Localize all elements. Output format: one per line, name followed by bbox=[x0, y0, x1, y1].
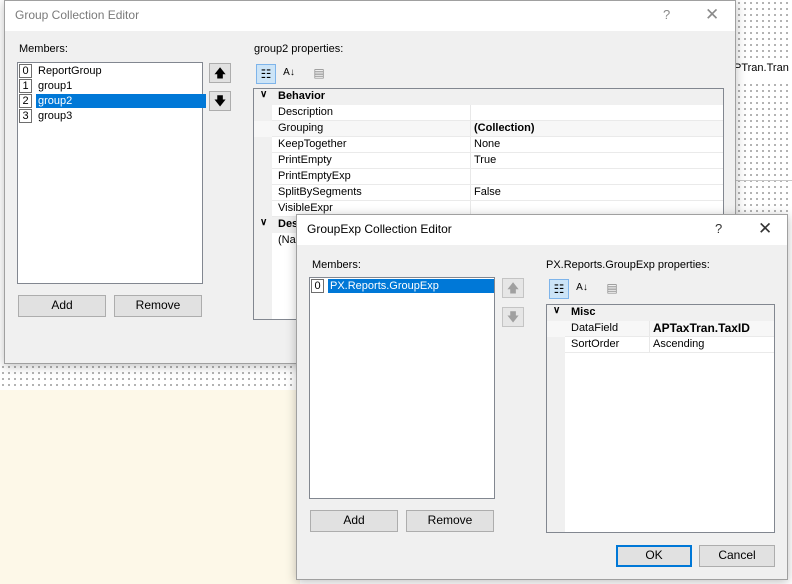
members-label: Members: bbox=[19, 43, 68, 55]
member-index: 3 bbox=[19, 109, 32, 123]
category-name: Misc bbox=[571, 306, 596, 318]
property-name: VisibleExpr bbox=[278, 202, 333, 214]
list-item-selected[interactable]: 0 PX.Reports.GroupExp bbox=[311, 279, 494, 294]
list-item[interactable]: 1 group1 bbox=[19, 79, 74, 94]
design-surface-dots bbox=[736, 82, 792, 214]
property-value[interactable]: False bbox=[474, 186, 501, 198]
property-row[interactable]: KeepTogether None bbox=[254, 137, 723, 153]
property-value[interactable]: None bbox=[474, 138, 500, 150]
close-icon[interactable]: ✕ bbox=[758, 219, 772, 239]
move-up-button[interactable]: 🡅 bbox=[502, 278, 524, 298]
chevron-down-icon[interactable]: ∨ bbox=[553, 305, 560, 316]
list-item[interactable]: 3 group3 bbox=[19, 109, 74, 124]
member-name: group2 bbox=[36, 94, 206, 108]
property-name: Grouping bbox=[278, 122, 324, 134]
member-index: 1 bbox=[19, 79, 32, 93]
property-name: (Na bbox=[278, 234, 296, 246]
help-icon[interactable]: ? bbox=[663, 7, 670, 22]
property-row[interactable]: PrintEmpty True bbox=[254, 153, 723, 169]
property-grid[interactable]: ∨ Misc DataField APTaxTran.TaxID SortOrd… bbox=[546, 304, 775, 533]
member-index: 0 bbox=[311, 279, 324, 293]
properties-label: group2 properties: bbox=[254, 43, 344, 55]
property-value[interactable]: APTaxTran.TaxID bbox=[653, 321, 750, 335]
member-name: group1 bbox=[38, 80, 73, 92]
property-name: DataField bbox=[571, 322, 619, 334]
design-surface-dots bbox=[0, 364, 300, 388]
cancel-button[interactable]: Cancel bbox=[699, 545, 775, 567]
property-pages-icon[interactable]: ▤ bbox=[309, 64, 329, 84]
properties-label: PX.Reports.GroupExp properties: bbox=[546, 259, 710, 271]
titlebar: Group Collection Editor ? ✕ bbox=[5, 1, 735, 31]
column-separator bbox=[649, 337, 650, 353]
member-name: group3 bbox=[38, 110, 73, 122]
property-name: Description bbox=[278, 106, 334, 118]
help-icon[interactable]: ? bbox=[715, 221, 722, 236]
section-divider bbox=[736, 180, 792, 181]
groupexp-collection-editor-dialog: GroupExp Collection Editor ? ✕ Members: … bbox=[296, 214, 788, 580]
dialog-title: Group Collection Editor bbox=[15, 8, 140, 22]
move-down-button[interactable]: 🡇 bbox=[209, 91, 231, 111]
add-button[interactable]: Add bbox=[310, 510, 398, 532]
members-label: Members: bbox=[312, 259, 361, 271]
alphabetical-icon[interactable]: A↓ bbox=[279, 64, 299, 84]
property-row[interactable]: Description bbox=[254, 105, 723, 121]
column-separator bbox=[470, 169, 471, 185]
arrow-down-icon: 🡇 bbox=[506, 310, 520, 324]
property-value[interactable]: Ascending bbox=[653, 338, 704, 350]
member-name: PX.Reports.GroupExp bbox=[328, 279, 494, 293]
remove-button[interactable]: Remove bbox=[406, 510, 494, 532]
property-name: KeepTogether bbox=[278, 138, 347, 150]
chevron-down-icon[interactable]: ∨ bbox=[260, 89, 267, 100]
column-separator bbox=[470, 153, 471, 169]
alphabetical-icon[interactable]: A↓ bbox=[572, 279, 592, 299]
arrow-down-icon: 🡇 bbox=[213, 94, 227, 108]
members-list[interactable]: 0 PX.Reports.GroupExp bbox=[309, 277, 495, 499]
member-index: 0 bbox=[19, 64, 32, 78]
ok-button[interactable]: OK bbox=[616, 545, 692, 567]
categorized-icon[interactable]: ☷ bbox=[256, 64, 276, 84]
property-pages-icon[interactable]: ▤ bbox=[602, 279, 622, 299]
arrow-up-icon: 🡅 bbox=[213, 66, 227, 80]
categorized-icon[interactable]: ☷ bbox=[549, 279, 569, 299]
add-button[interactable]: Add bbox=[18, 295, 106, 317]
member-name: ReportGroup bbox=[38, 65, 102, 77]
column-separator bbox=[649, 321, 650, 337]
report-section-area bbox=[0, 390, 300, 584]
column-separator bbox=[470, 185, 471, 201]
property-name: PrintEmpty bbox=[278, 154, 332, 166]
property-row[interactable]: DataField APTaxTran.TaxID bbox=[547, 321, 774, 337]
property-name: PrintEmptyExp bbox=[278, 170, 351, 182]
category-row[interactable]: ∨ Behavior bbox=[254, 89, 723, 105]
row-divider bbox=[565, 352, 774, 353]
property-row[interactable]: SortOrder Ascending bbox=[547, 337, 774, 353]
column-separator bbox=[470, 121, 471, 137]
background-field-text: PTran.Tran bbox=[734, 62, 789, 74]
move-up-button[interactable]: 🡅 bbox=[209, 63, 231, 83]
category-row[interactable]: ∨ Misc bbox=[547, 305, 774, 321]
member-index: 2 bbox=[19, 94, 32, 108]
chevron-down-icon[interactable]: ∨ bbox=[260, 217, 267, 228]
list-item-selected[interactable]: 2 group2 bbox=[19, 94, 206, 109]
titlebar: GroupExp Collection Editor ? ✕ bbox=[297, 215, 787, 245]
property-row[interactable]: SplitBySegments False bbox=[254, 185, 723, 201]
move-down-button[interactable]: 🡇 bbox=[502, 307, 524, 327]
property-row[interactable]: Grouping (Collection) bbox=[254, 121, 723, 137]
members-list[interactable]: 0 ReportGroup 1 group1 2 group2 3 group3 bbox=[17, 62, 206, 284]
property-value[interactable]: True bbox=[474, 154, 496, 166]
arrow-up-icon: 🡅 bbox=[506, 281, 520, 295]
property-name: SplitBySegments bbox=[278, 186, 362, 198]
property-name: SortOrder bbox=[571, 338, 620, 350]
dialog-title: GroupExp Collection Editor bbox=[307, 222, 452, 236]
design-surface-dots bbox=[736, 0, 792, 60]
property-value[interactable]: (Collection) bbox=[474, 122, 535, 134]
close-icon[interactable]: ✕ bbox=[705, 5, 719, 25]
list-item[interactable]: 0 ReportGroup bbox=[19, 64, 104, 79]
property-row[interactable]: PrintEmptyExp bbox=[254, 169, 723, 185]
column-separator bbox=[470, 137, 471, 153]
category-name: Behavior bbox=[278, 90, 326, 102]
column-separator bbox=[470, 105, 471, 121]
remove-button[interactable]: Remove bbox=[114, 295, 202, 317]
